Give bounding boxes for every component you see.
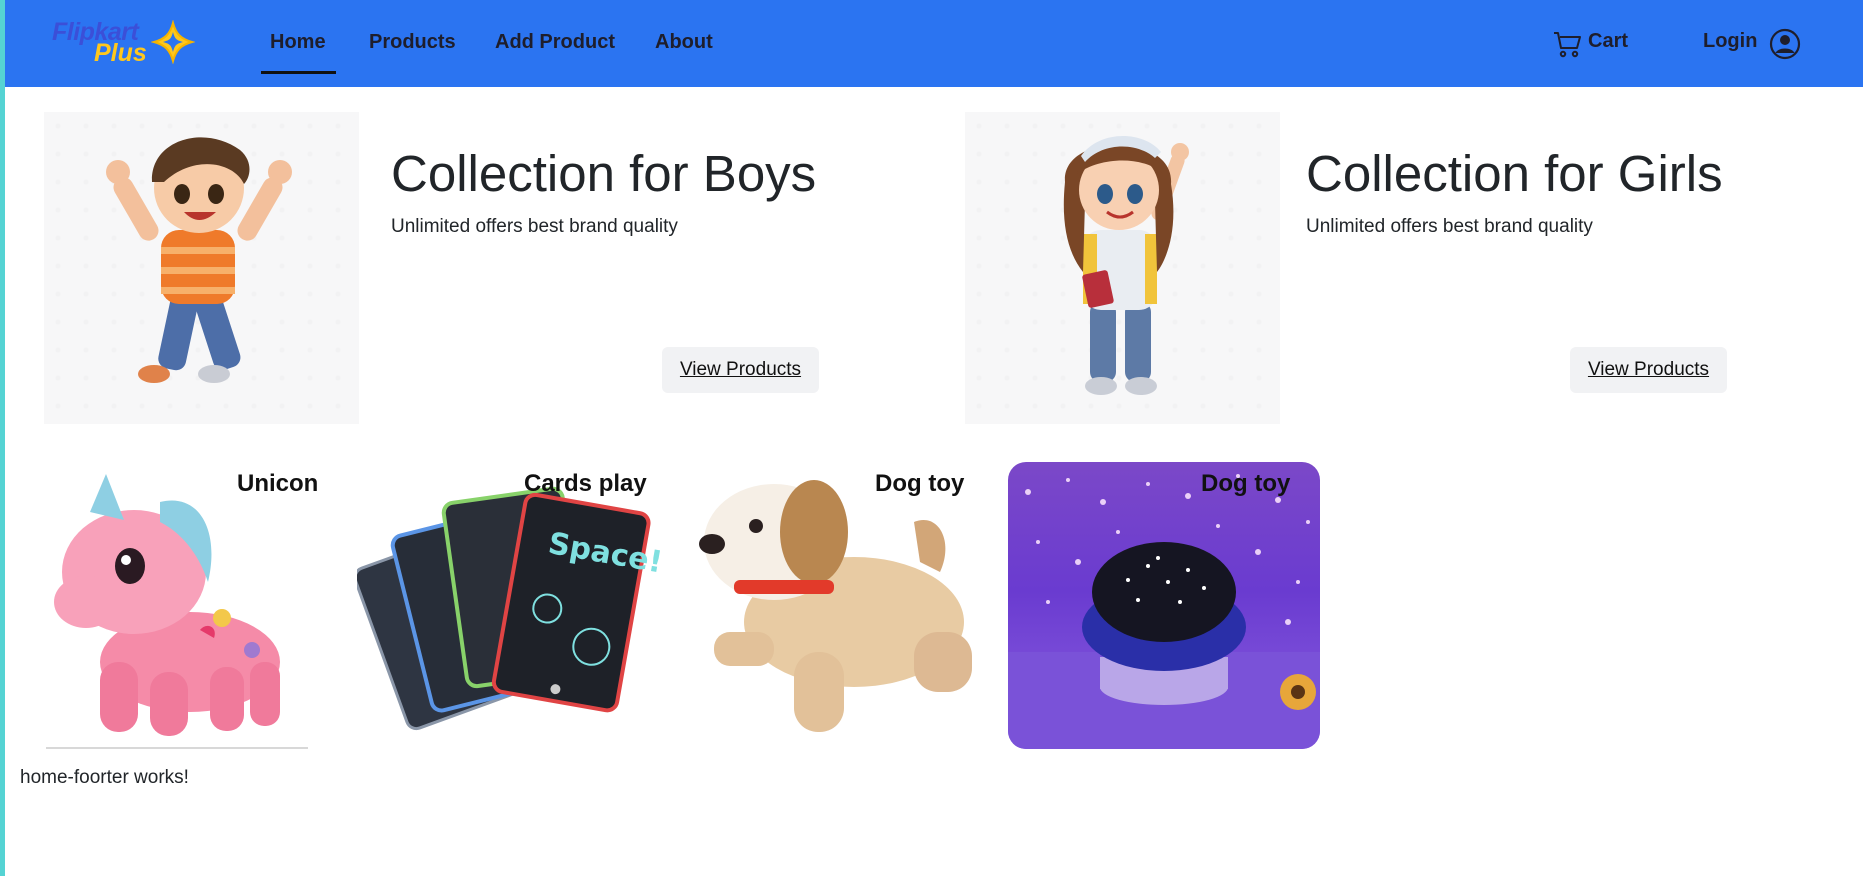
boys-collection-subtitle: Unlimited offers best brand quality <box>391 216 678 237</box>
boys-collection-title: Collection for Boys <box>391 145 817 202</box>
product-name-cards-play: Cards play <box>524 470 647 497</box>
home-footer-text: home-foorter works! <box>20 767 189 788</box>
product-name-unicorn: Unicon <box>237 470 319 497</box>
nav-active-indicator <box>261 71 336 74</box>
nav-add-product[interactable]: Add Product <box>495 31 615 54</box>
girl-collection-image <box>965 112 1280 424</box>
nav-home[interactable]: Home <box>270 31 326 54</box>
brand-logo[interactable]: Flipkart Plus <box>50 14 200 70</box>
navbar: Flipkart Plus Home Products Add Product … <box>5 0 1863 87</box>
girls-view-products-button[interactable]: View Products <box>1570 347 1727 393</box>
cart-icon <box>1554 32 1581 58</box>
brand-plus: Plus <box>94 39 147 67</box>
product-card-star-projector[interactable] <box>1008 462 1320 749</box>
product-card-cards-play[interactable]: Space! <box>357 462 669 749</box>
boy-collection-image <box>44 112 359 424</box>
left-edge-strip <box>0 0 5 876</box>
product-card-dog-toy[interactable] <box>684 462 996 749</box>
product-card-unicorn[interactable] <box>30 462 342 749</box>
product-name-dog-toy: Dog toy <box>875 470 965 497</box>
nav-products[interactable]: Products <box>369 31 456 54</box>
boys-view-products-button[interactable]: View Products <box>662 347 819 393</box>
user-circle-icon <box>1769 28 1801 60</box>
cart-label: Cart <box>1588 30 1629 52</box>
girls-collection-title: Collection for Girls <box>1306 145 1723 202</box>
nav-about[interactable]: About <box>655 31 713 54</box>
plus-star-icon <box>151 20 195 64</box>
product-name-star-projector: Dog toy <box>1201 470 1291 497</box>
login-label: Login <box>1703 30 1758 52</box>
girls-collection-subtitle: Unlimited offers best brand quality <box>1306 216 1593 237</box>
